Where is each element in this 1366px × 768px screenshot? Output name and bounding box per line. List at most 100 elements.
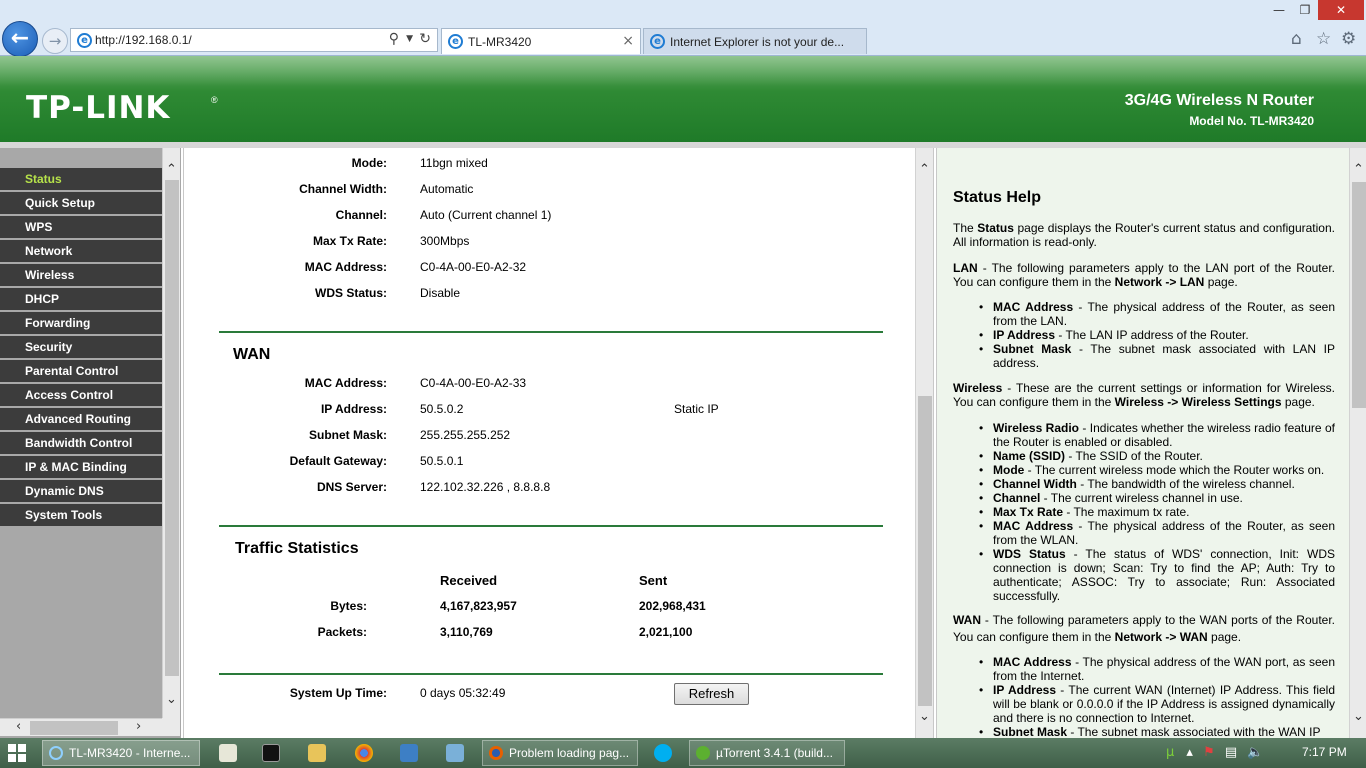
menu-item-security[interactable]: Security	[0, 336, 162, 360]
menu-item-network[interactable]: Network	[0, 240, 162, 264]
field-label: Mode:	[351, 156, 387, 170]
tray-utorrent-icon[interactable]: μ	[1166, 745, 1174, 760]
router-product-name: 3G/4G Wireless N Router	[1124, 92, 1314, 109]
tray-flag-icon[interactable]: ⚑	[1203, 745, 1215, 760]
cmd-icon[interactable]	[262, 744, 280, 762]
tp-link-logo: TP-LINK	[26, 90, 171, 126]
taskbar-task-utorrent[interactable]: µTorrent 3.4.1 (build...	[689, 740, 845, 766]
close-tab-icon[interactable]: ×	[622, 33, 634, 49]
menu-item-forwarding[interactable]: Forwarding	[0, 312, 162, 336]
utorrent-icon	[696, 746, 710, 760]
taskbar-clock[interactable]: 7:17 PM	[1302, 745, 1347, 759]
scroll-down-icon[interactable]: ⌄	[166, 693, 177, 707]
menu-item-ip-mac-binding[interactable]: IP & MAC Binding	[0, 456, 162, 480]
scroll-thumb[interactable]	[1352, 182, 1366, 408]
scroll-down-icon[interactable]: ⌄	[1353, 710, 1364, 724]
traffic-section-title: Traffic Statistics	[235, 540, 359, 557]
received-value: 4,167,823,957	[440, 599, 517, 613]
scroll-thumb[interactable]	[30, 721, 118, 735]
status-row: MAC Address: C0-4A-00-E0-A2-33	[184, 374, 915, 394]
help-list-item: Channel Width - The bandwidth of the wir…	[975, 477, 1335, 491]
menu-item-advanced-routing[interactable]: Advanced Routing	[0, 408, 162, 432]
chrome-icon[interactable]	[355, 744, 373, 762]
status-row: Default Gateway: 50.5.0.1	[184, 452, 915, 472]
file-explorer-icon[interactable]	[308, 744, 326, 762]
tab-ie-not-default[interactable]: e Internet Explorer is not your de...	[643, 28, 867, 54]
menu-vertical-scrollbar[interactable]: ⌃ ⌄	[162, 148, 180, 718]
address-url[interactable]: http://192.168.0.1/	[95, 33, 192, 47]
search-icon[interactable]: ⚲	[389, 31, 399, 47]
help-lan-list: MAC Address - The physical address of th…	[975, 300, 1335, 370]
sent-header: Sent	[639, 573, 668, 588]
address-bar[interactable]: e http://192.168.0.1/ ⚲ ▼ ↻	[70, 28, 438, 52]
scroll-left-icon[interactable]: ‹	[16, 720, 21, 734]
help-list-item: IP Address - The LAN IP address of the R…	[975, 328, 1335, 342]
home-icon[interactable]: ⌂	[1291, 29, 1302, 49]
menu-item-wps[interactable]: WPS	[0, 216, 162, 240]
scroll-down-icon[interactable]: ⌄	[919, 710, 930, 724]
menu-item-dynamic-dns[interactable]: Dynamic DNS	[0, 480, 162, 504]
scroll-thumb[interactable]	[918, 396, 932, 706]
scroll-thumb[interactable]	[165, 180, 179, 676]
tab-tl-mr3420[interactable]: e TL-MR3420 ×	[441, 28, 641, 54]
ie-tab-icon: e	[650, 34, 665, 49]
received-header: Received	[440, 573, 498, 588]
tray-network-icon[interactable]: ▤	[1225, 745, 1237, 760]
help-text: page.	[1204, 275, 1238, 289]
menu-item-dhcp[interactable]: DHCP	[0, 288, 162, 312]
scroll-up-icon[interactable]: ⌃	[919, 163, 930, 177]
status-content-frame: Mode: 11bgn mixed Channel Width: Automat…	[183, 148, 934, 738]
taskbar: TL-MR3420 - Interne... Problem loading p…	[0, 738, 1366, 768]
wan-section-title: WAN	[233, 346, 271, 363]
menu-item-wireless[interactable]: Wireless	[0, 264, 162, 288]
help-text: page.	[1207, 630, 1242, 644]
registered-mark: ®	[211, 95, 218, 105]
taskbar-task-firefox[interactable]: Problem loading pag...	[482, 740, 638, 766]
help-text: The	[953, 221, 978, 235]
help-wireless-list: Wireless Radio - Indicates whether the w…	[975, 421, 1335, 603]
traffic-row: Bytes: 4,167,823,957 202,968,431	[184, 597, 915, 617]
scroll-up-icon[interactable]: ⌃	[166, 163, 177, 177]
help-vertical-scrollbar[interactable]: ⌃ ⌄	[1349, 148, 1366, 738]
chevron-down-icon[interactable]: ▼	[406, 34, 413, 44]
windows-start-icon[interactable]	[8, 744, 28, 764]
field-value: 11bgn mixed	[420, 156, 488, 170]
task-label: µTorrent 3.4.1 (build...	[716, 746, 833, 760]
ie-tab-icon: e	[448, 34, 463, 49]
photo-viewer-icon[interactable]	[446, 744, 464, 762]
field-label: Channel Width:	[299, 182, 387, 196]
status-row: MAC Address: C0-4A-00-E0-A2-32	[184, 258, 915, 278]
uptime-value: 0 days 05:32:49	[420, 686, 506, 700]
menu-item-access-control[interactable]: Access Control	[0, 384, 162, 408]
remote-desktop-icon[interactable]	[400, 744, 418, 762]
refresh-button[interactable]: Refresh	[674, 683, 749, 705]
tab-label: TL-MR3420	[468, 35, 532, 49]
menu-item-system-tools[interactable]: System Tools	[0, 504, 162, 528]
help-intro: The Status page displays the Router's cu…	[953, 221, 1335, 249]
skype-icon[interactable]	[654, 744, 672, 762]
settings-gear-icon[interactable]: ⚙	[1341, 29, 1356, 49]
menu-item-parental-control[interactable]: Parental Control	[0, 360, 162, 384]
menu-item-status[interactable]: Status	[0, 168, 162, 192]
browser-chrome: ← → e http://192.168.0.1/ ⚲ ▼ ↻ e TL-MR3…	[0, 0, 1366, 57]
menu-item-quick-setup[interactable]: Quick Setup	[0, 192, 162, 216]
tray-volume-icon[interactable]: 🔈	[1247, 745, 1263, 760]
refresh-icon[interactable]: ↻	[419, 31, 431, 47]
tray-chevron-up-icon[interactable]: ▴	[1186, 745, 1193, 760]
help-wireless: Wireless - These are the current setting…	[953, 381, 1335, 409]
field-label: DNS Server:	[316, 480, 387, 494]
content-vertical-scrollbar[interactable]: ⌃ ⌄	[915, 148, 933, 738]
notepad-icon[interactable]	[219, 744, 237, 762]
close-window-button[interactable]: ✕	[1318, 0, 1364, 20]
back-button[interactable]: ←	[2, 21, 38, 57]
taskbar-task-ie[interactable]: TL-MR3420 - Interne...	[42, 740, 200, 766]
scroll-up-icon[interactable]: ⌃	[1353, 163, 1364, 177]
help-list-item: Name (SSID) - The SSID of the Router.	[975, 449, 1335, 463]
maximize-button[interactable]: ❐	[1290, 0, 1320, 20]
scroll-right-icon[interactable]: ›	[136, 720, 141, 734]
menu-item-bandwidth-control[interactable]: Bandwidth Control	[0, 432, 162, 456]
favorites-star-icon[interactable]: ☆	[1316, 29, 1331, 49]
field-value: 50.5.0.1	[420, 454, 464, 468]
menu-horizontal-scrollbar[interactable]: ‹ ›	[0, 718, 162, 736]
forward-button[interactable]: →	[42, 28, 68, 54]
